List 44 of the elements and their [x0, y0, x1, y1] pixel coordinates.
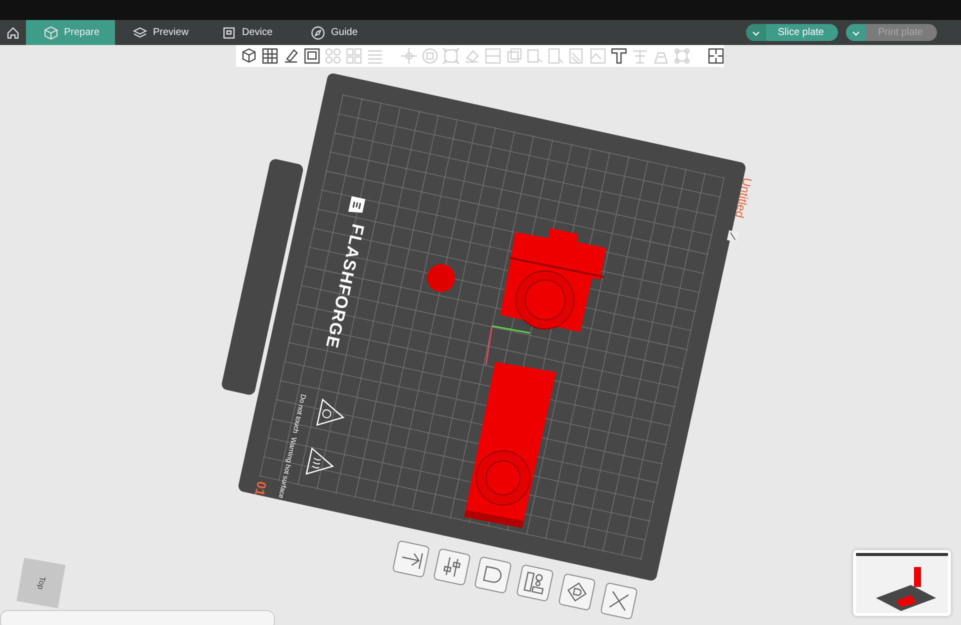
tab[interactable]: Preview [115, 20, 204, 45]
plate-number: 01 [252, 480, 270, 498]
y-axis-line [492, 325, 530, 334]
no-touch-warning-icon [316, 398, 345, 426]
grid-icon [261, 47, 279, 65]
cube-icon [240, 47, 258, 65]
text-tool-button[interactable] [610, 47, 628, 65]
circles-icon [324, 47, 342, 65]
measure-icon [673, 47, 691, 65]
edit-icon [726, 230, 739, 242]
device-icon [222, 26, 236, 40]
brush-icon [547, 47, 565, 65]
frame-tool-button[interactable] [303, 47, 321, 65]
puzzle-tool-button[interactable] [707, 47, 725, 65]
compass-icon [311, 26, 325, 40]
move-icon [400, 47, 418, 65]
caret-icon [850, 28, 861, 36]
split-icon [484, 47, 502, 65]
puzzle-icon [707, 47, 725, 65]
grid-tool-button[interactable] [261, 47, 279, 65]
hot-surface-warning-icon [306, 447, 334, 475]
x-axis-line [485, 326, 493, 366]
tab[interactable]: Device [204, 20, 293, 45]
sphere-model [427, 264, 455, 292]
scale-icon [442, 47, 460, 65]
plate-name: Untitled [732, 176, 754, 220]
tab[interactable]: Guide [293, 20, 382, 45]
pen-icon [282, 47, 300, 65]
rotate-icon [421, 47, 439, 65]
home-icon [6, 26, 20, 40]
plate-action-button[interactable]: Slice plate [746, 24, 838, 41]
cube-icon [44, 26, 58, 40]
image-icon [589, 47, 607, 65]
squares-icon [345, 47, 363, 65]
brand-logo-icon [348, 196, 366, 213]
frame-icon [303, 47, 321, 65]
cube-tool-button[interactable] [240, 47, 258, 65]
view-cube[interactable]: Top [16, 558, 66, 608]
paint-icon [526, 47, 544, 65]
text-icon [610, 47, 628, 65]
layers-icon [133, 26, 147, 40]
layer-box-icon [505, 47, 523, 65]
caret-icon [750, 28, 761, 36]
pen-tool-button[interactable] [282, 47, 300, 65]
